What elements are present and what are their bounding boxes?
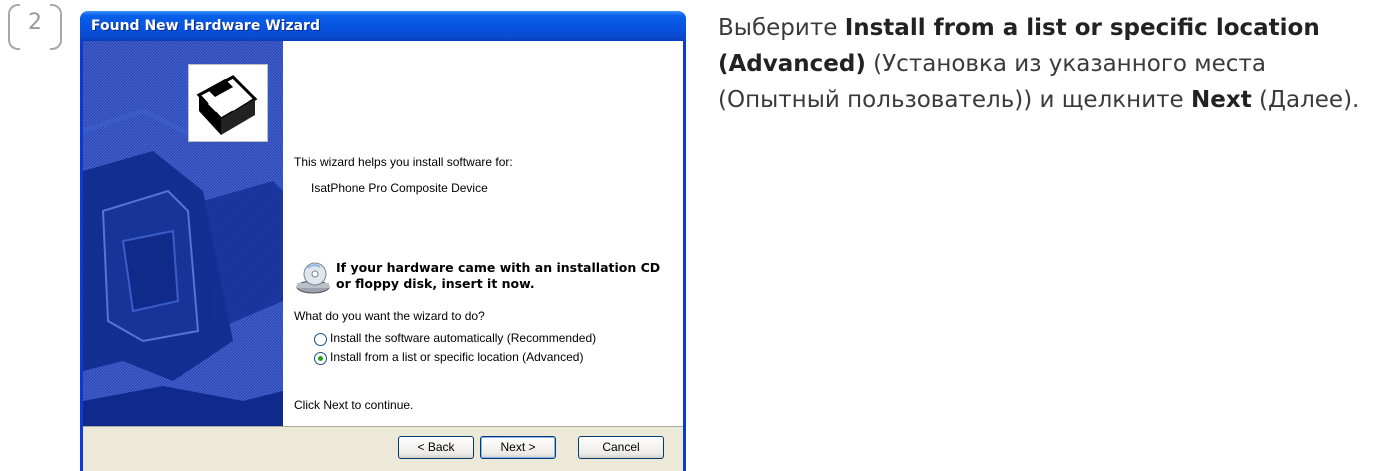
wizard-footer: < Back Next > Cancel bbox=[83, 426, 683, 471]
option-auto-label[interactable]: Install the software automatically (Reco… bbox=[330, 331, 596, 345]
step-bracket-right bbox=[50, 4, 62, 50]
cd-notice: If your hardware came with an installati… bbox=[336, 260, 661, 291]
instruction-prefix: Выберите bbox=[718, 15, 845, 41]
title-bar[interactable]: Found New Hardware Wizard bbox=[80, 11, 686, 41]
radio-install-automatically[interactable] bbox=[314, 333, 327, 346]
next-button[interactable]: Next > bbox=[480, 436, 556, 459]
device-name: IsatPhone Pro Composite Device bbox=[311, 181, 488, 195]
option-list-label[interactable]: Install from a list or specific location… bbox=[330, 350, 583, 364]
hardware-card-icon bbox=[188, 64, 268, 142]
radio-install-from-list[interactable] bbox=[314, 352, 327, 365]
cancel-button[interactable]: Cancel bbox=[578, 436, 664, 459]
step-marker: 2 bbox=[4, 2, 66, 54]
wizard-client-area: This wizard helps you install software f… bbox=[83, 41, 683, 471]
window-title: Found New Hardware Wizard bbox=[91, 18, 320, 34]
instruction-suffix: (Далее). bbox=[1251, 87, 1360, 113]
instruction-button: Next bbox=[1191, 87, 1252, 113]
instruction-text: Выберите Install from a list or specific… bbox=[718, 10, 1368, 118]
wizard-side-banner bbox=[83, 41, 283, 426]
intro-text: This wizard helps you install software f… bbox=[294, 155, 513, 169]
continue-text: Click Next to continue. bbox=[294, 398, 414, 412]
wizard-content: This wizard helps you install software f… bbox=[283, 41, 683, 426]
back-button[interactable]: < Back bbox=[398, 436, 474, 459]
question-text: What do you want the wizard to do? bbox=[294, 309, 485, 323]
wizard-window: Found New Hardware Wizard This wizard he… bbox=[80, 11, 686, 471]
cd-drive-icon bbox=[295, 261, 331, 297]
